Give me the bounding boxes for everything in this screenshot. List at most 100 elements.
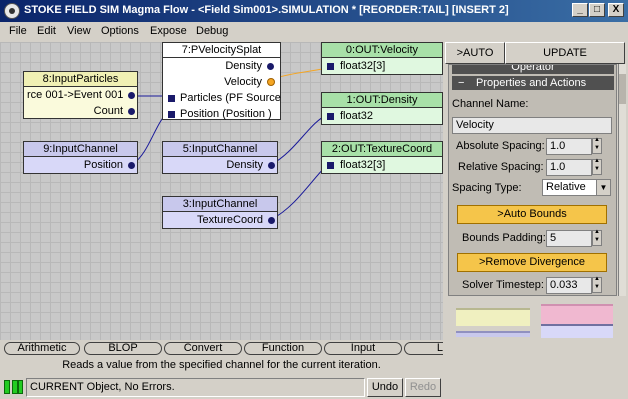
rel-spacing-label: Relative Spacing:	[458, 161, 544, 173]
solver-timestep-field[interactable]: 0.033	[546, 277, 592, 294]
redo-button[interactable]: Redo	[405, 378, 441, 397]
solver-timestep-spinner[interactable]	[592, 276, 602, 293]
wire-density	[271, 114, 328, 165]
swatch-particles[interactable]	[456, 308, 530, 326]
status-led-icon	[18, 380, 23, 394]
category-input[interactable]: Input	[324, 342, 402, 355]
input-particles-socket[interactable]	[168, 95, 175, 102]
count-output-socket[interactable]	[128, 108, 135, 115]
input-texcoord-socket[interactable]	[327, 162, 334, 169]
menu-bar: File Edit View Options Expose Debug	[0, 22, 628, 42]
rollout-properties[interactable]: − Properties and Actions	[452, 76, 614, 90]
swatch-pink[interactable]	[541, 304, 613, 326]
node-velocity-splat[interactable]: 7:PVelocitySplat Density Velocity Partic…	[162, 42, 281, 120]
channel-name-field[interactable]: Velocity	[452, 117, 612, 134]
node-title: 7:PVelocitySplat	[163, 43, 280, 58]
window-title: STOKE FIELD SIM Magma Flow - <Field Sim0…	[24, 4, 509, 16]
output-velocity-socket[interactable]	[267, 78, 275, 86]
output-density-label: Density	[225, 60, 262, 72]
scrollbar-thumb[interactable]	[619, 74, 626, 104]
properties-scrollbar[interactable]	[618, 64, 626, 296]
maximize-button[interactable]: □	[589, 3, 605, 17]
output-density-socket[interactable]	[267, 63, 274, 70]
node-title: 9:InputChannel	[24, 142, 137, 157]
output-position-socket[interactable]	[128, 162, 135, 169]
menu-view[interactable]: View	[67, 25, 91, 37]
node-input-channel-position[interactable]: 9:InputChannel Position	[23, 141, 138, 174]
bounds-padding-spinner[interactable]	[592, 229, 602, 246]
input-velocity-socket[interactable]	[327, 63, 334, 70]
node-title: 1:OUT:Density	[322, 93, 442, 108]
rollout-operator[interactable]: Operator	[452, 65, 614, 74]
node-out-density[interactable]: 1:OUT:Density float32	[321, 92, 443, 125]
tab-update[interactable]: UPDATE	[505, 42, 625, 64]
node-title: 8:InputParticles	[24, 72, 137, 87]
collapse-icon: −	[458, 77, 465, 89]
output-texcoord-socket[interactable]	[268, 217, 275, 224]
status-message: CURRENT Object, No Errors.	[26, 378, 365, 397]
node-input-particles[interactable]: 8:InputParticles rce 001->Event 001 Coun…	[23, 71, 138, 119]
status-bar: CURRENT Object, No Errors. Undo Redo	[0, 376, 628, 399]
node-input-channel-density[interactable]: 5:InputChannel Density	[162, 141, 278, 174]
auto-bounds-button[interactable]: >Auto Bounds	[457, 205, 607, 224]
bounds-padding-field[interactable]: 5	[546, 230, 592, 247]
output-density-label: Density	[226, 159, 263, 171]
menu-expose[interactable]: Expose	[150, 25, 187, 37]
channel-name-label: Channel Name:	[452, 98, 529, 110]
rel-spacing-field[interactable]: 1.0	[546, 159, 592, 176]
category-convert[interactable]: Convert	[164, 342, 242, 355]
node-out-texcoord[interactable]: 2:OUT:TextureCoord float32[3]	[321, 141, 443, 174]
title-bar: STOKE FIELD SIM Magma Flow - <Field Sim0…	[0, 0, 628, 22]
operator-description: Reads a value from the specified channel…	[62, 359, 381, 371]
minimize-button[interactable]: _	[572, 3, 588, 17]
input-density-socket[interactable]	[327, 113, 334, 120]
node-title: 3:InputChannel	[163, 197, 277, 212]
input-type-label: float32[3]	[340, 159, 386, 171]
menu-options[interactable]: Options	[101, 25, 139, 37]
menu-debug[interactable]: Debug	[196, 25, 228, 37]
abs-spacing-label: Absolute Spacing:	[456, 140, 545, 152]
input-particles-label: Particles (PF Source	[180, 92, 281, 104]
input-type-label: float32	[340, 110, 374, 122]
menu-edit[interactable]: Edit	[37, 25, 56, 37]
node-title: 2:OUT:TextureCoord	[322, 142, 442, 157]
category-blop[interactable]: BLOP	[84, 342, 162, 355]
input-position-label: Position (Position )	[180, 108, 272, 120]
rel-spacing-spinner[interactable]	[592, 158, 602, 175]
input-position-socket[interactable]	[168, 111, 175, 118]
count-label: Count	[93, 105, 123, 117]
category-arithmetic[interactable]: Arithmetic	[4, 342, 80, 355]
solver-timestep-label: Solver Timestep:	[462, 279, 544, 291]
close-button[interactable]: X	[608, 3, 624, 17]
output-density-socket[interactable]	[268, 162, 275, 169]
properties-scroll-area[interactable]: Operator − Properties and Actions Channe…	[448, 64, 617, 296]
node-title: 5:InputChannel	[163, 142, 277, 157]
spacing-type-dropdown[interactable]: Relative ▼	[542, 179, 611, 196]
category-logic[interactable]: Lo	[404, 342, 443, 355]
swatch-input[interactable]	[456, 331, 530, 337]
swatch-lavender[interactable]	[541, 324, 613, 338]
node-graph-canvas[interactable]: 7:PVelocitySplat Density Velocity Partic…	[0, 42, 443, 340]
node-out-velocity[interactable]: 0:OUT:Velocity float32[3]	[321, 42, 443, 75]
app-icon	[4, 3, 20, 19]
properties-panel: >AUTO UPDATE Operator − Properties and A…	[443, 42, 628, 340]
output-texcoord-label: TextureCoord	[196, 214, 263, 226]
abs-spacing-field[interactable]: 1.0	[546, 138, 592, 155]
chevron-down-icon: ▼	[596, 180, 610, 195]
menu-file[interactable]: File	[9, 25, 27, 37]
node-title: 0:OUT:Velocity	[322, 43, 442, 58]
abs-spacing-spinner[interactable]	[592, 137, 602, 154]
particles-output-socket[interactable]	[128, 92, 135, 99]
output-position-label: Position	[83, 159, 123, 171]
undo-button[interactable]: Undo	[367, 378, 403, 397]
particles-source-label: rce 001->Event 001	[27, 89, 124, 101]
category-bar: Arithmetic BLOP Convert Function Input L…	[0, 340, 443, 356]
wire-texcoord	[271, 164, 328, 220]
category-function[interactable]: Function	[244, 342, 322, 355]
spacing-type-label: Spacing Type:	[452, 182, 522, 194]
tab-auto[interactable]: >AUTO	[445, 42, 505, 64]
node-input-channel-texcoord[interactable]: 3:InputChannel TextureCoord	[162, 196, 278, 229]
bounds-padding-label: Bounds Padding:	[462, 232, 546, 244]
remove-divergence-button[interactable]: >Remove Divergence	[457, 253, 607, 272]
status-led-icon	[4, 380, 10, 394]
